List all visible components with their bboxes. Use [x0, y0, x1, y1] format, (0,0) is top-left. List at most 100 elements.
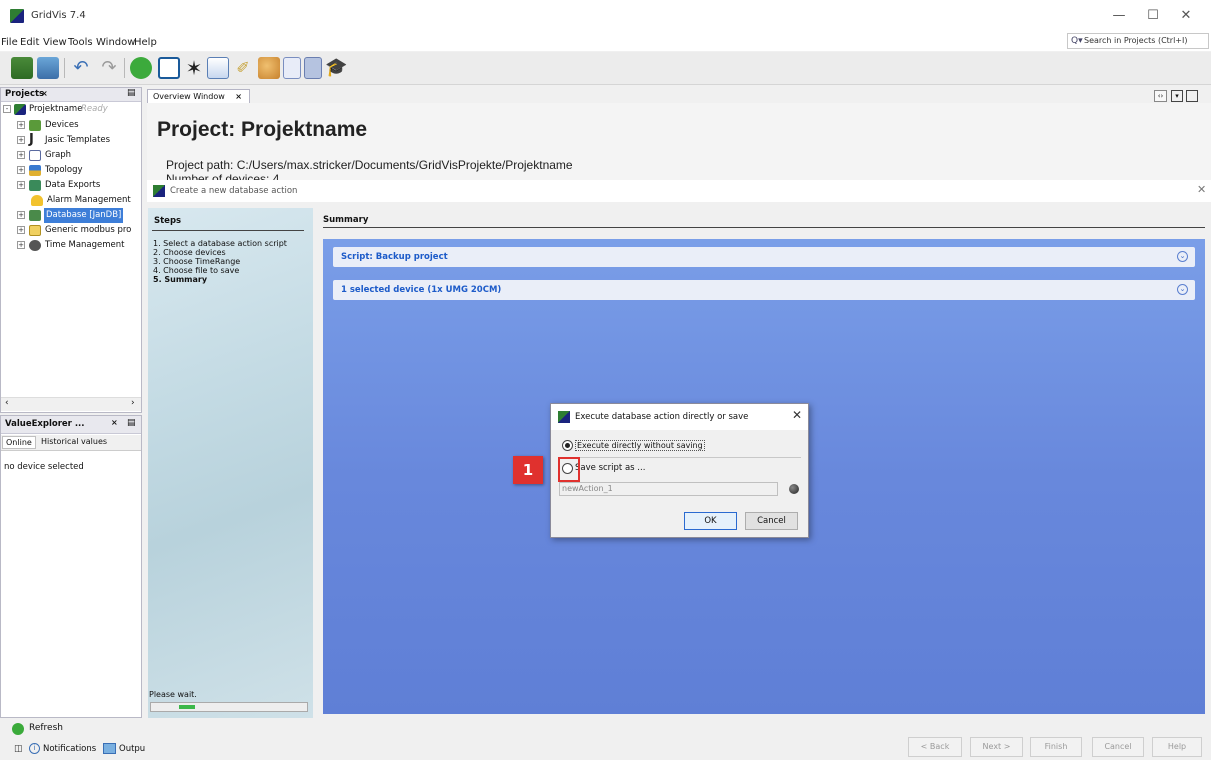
save-script-label[interactable]: Save script as ... [575, 463, 645, 473]
refresh-icon[interactable] [12, 723, 24, 735]
next-button[interactable]: Next > [970, 737, 1023, 757]
expand-chevron-icon[interactable]: ⌄ [1177, 284, 1188, 295]
toolbar-separator [124, 58, 125, 78]
title-bar: GridVis 7.4 — ☐ ✕ [0, 0, 1211, 31]
project-icon [14, 104, 26, 115]
graph-icon[interactable] [158, 57, 180, 79]
projects-panel-header: Projects × ▤ [1, 88, 141, 102]
script-name-input[interactable]: newAction_1 [559, 482, 778, 496]
minimize-panel-icon[interactable]: ▤ [127, 418, 136, 428]
wizard-icon[interactable]: ✐ [232, 57, 254, 79]
notifications-tab[interactable]: Notifications [43, 744, 96, 754]
overview-window-tab[interactable]: Overview Window × [147, 89, 250, 103]
tab-historical-values[interactable]: Historical values [41, 437, 107, 446]
search-icon: Q▾ [1071, 36, 1083, 46]
menu-file[interactable]: File [1, 37, 18, 48]
step-4: 4. Choose file to save [153, 266, 240, 275]
redo-icon[interactable]: ↷ [98, 57, 120, 79]
tree-item-generic-modbus[interactable]: + Generic modbus pro [1, 223, 141, 238]
step-3: 3. Choose TimeRange [153, 257, 241, 266]
minimize-icon[interactable]: — [1104, 6, 1134, 26]
search-projects-input[interactable]: Q▾ Search in Projects (Ctrl+I) [1067, 33, 1209, 49]
device-icon[interactable] [304, 57, 322, 79]
projects-tab[interactable]: Projects [5, 89, 44, 99]
help-button[interactable]: Help [1152, 737, 1202, 757]
execute-directly-label[interactable]: Execute directly without saving [575, 440, 705, 451]
maximize-icon[interactable]: ☐ [1138, 6, 1168, 26]
horizontal-scrollbar[interactable]: ‹ › [1, 397, 141, 411]
reports-icon[interactable] [283, 57, 301, 79]
tree-item-topology[interactable]: + Topology [1, 163, 141, 178]
dialog-separator [559, 457, 801, 458]
menu-bar [0, 31, 1211, 51]
graph-tree-icon [29, 150, 41, 161]
ok-button[interactable]: OK [684, 512, 737, 530]
menu-window[interactable]: Window [96, 37, 135, 48]
menu-view[interactable]: View [43, 37, 67, 48]
database-icon [29, 210, 41, 221]
collapse-icon[interactable]: - [3, 105, 11, 113]
menu-tools[interactable]: Tools [68, 37, 93, 48]
maximize-window-icon[interactable] [1186, 90, 1198, 102]
close-icon[interactable]: ✕ [1197, 183, 1206, 196]
execute-or-save-dialog: Execute database action directly or save… [550, 403, 809, 538]
undo-icon[interactable]: ↶ [70, 57, 92, 79]
refresh-button[interactable]: Refresh [29, 723, 63, 733]
status-indicator-icon [789, 484, 799, 494]
gridvis-logo-icon [558, 411, 570, 423]
menu-help[interactable]: Help [134, 37, 157, 48]
value-explorer-panel: ValueExplorer ... × ▤ Online Historical … [0, 415, 142, 718]
folder-icon [29, 225, 41, 236]
value-explorer-header: ValueExplorer ... × ▤ [1, 416, 141, 434]
info-icon: i [29, 743, 40, 754]
open-project-icon[interactable] [37, 57, 59, 79]
export-icon[interactable] [207, 57, 229, 79]
close-window-icon[interactable]: ✕ [1171, 6, 1201, 26]
tree-item-graph[interactable]: + Graph [1, 148, 141, 163]
execute-directly-radio[interactable] [562, 440, 573, 451]
menu-edit[interactable]: Edit [20, 37, 39, 48]
tree-item-time-management[interactable]: + Time Management [1, 238, 141, 253]
scroll-tabs-icon[interactable]: ‹› [1154, 90, 1167, 102]
output-tab[interactable]: Outpu [119, 744, 145, 754]
tree-item-alarm-management[interactable]: Alarm Management [1, 193, 141, 208]
dialog-cancel-button[interactable]: Cancel [745, 512, 798, 530]
tree-item-database[interactable]: + Database [JanDB] [1, 208, 141, 223]
steps-header: Steps [154, 216, 182, 226]
no-device-message: no device selected [4, 462, 84, 472]
callout-badge: 1 [513, 456, 543, 484]
tab-list-icon[interactable]: ▾ [1171, 90, 1183, 102]
scroll-right-icon[interactable]: › [131, 398, 135, 408]
scroll-left-icon[interactable]: ‹ [5, 398, 9, 408]
tree-item-data-exports[interactable]: + Data Exports [1, 178, 141, 193]
users-icon[interactable] [258, 57, 280, 79]
back-button[interactable]: < Back [908, 737, 962, 757]
steps-divider [152, 230, 304, 231]
tree-item-devices[interactable]: + Devices [1, 118, 141, 133]
academy-icon[interactable]: 🎓 [325, 57, 347, 79]
close-tab-icon[interactable]: × [235, 92, 242, 101]
close-tab-icon[interactable]: × [111, 418, 118, 427]
device-section[interactable]: 1 selected device (1x UMG 20CM) ⌄ [333, 280, 1195, 300]
value-explorer-tab[interactable]: ValueExplorer ... [5, 419, 85, 429]
tab-online[interactable]: Online [2, 436, 36, 449]
topology-icon[interactable]: ✶ [183, 57, 205, 79]
finish-button[interactable]: Finish [1030, 737, 1082, 757]
dialog-title-bar: Execute database action directly or save… [551, 404, 808, 430]
online-recorder-icon[interactable] [130, 57, 152, 79]
script-section[interactable]: Script: Backup project ⌄ [333, 247, 1195, 267]
close-tab-icon[interactable]: × [41, 89, 48, 98]
dialog-close-icon[interactable]: ✕ [792, 408, 802, 422]
project-title: Project: Projektname [157, 118, 368, 141]
data-exports-icon [29, 180, 41, 191]
minimize-panel-icon[interactable]: ▤ [127, 88, 136, 98]
tree-item-jasic-templates[interactable]: + J Jasic Templates [1, 132, 141, 148]
toolbar-separator [64, 58, 65, 78]
cancel-button[interactable]: Cancel [1092, 737, 1144, 757]
tree-root[interactable]: - Projektname Ready [1, 102, 141, 117]
new-project-icon[interactable] [11, 57, 33, 79]
gridvis-logo-icon [153, 185, 165, 197]
wizard-title-bar: Create a new database action ✕ [147, 180, 1211, 202]
expand-chevron-icon[interactable]: ⌄ [1177, 251, 1188, 262]
window-icon[interactable]: ◫ [14, 744, 23, 754]
